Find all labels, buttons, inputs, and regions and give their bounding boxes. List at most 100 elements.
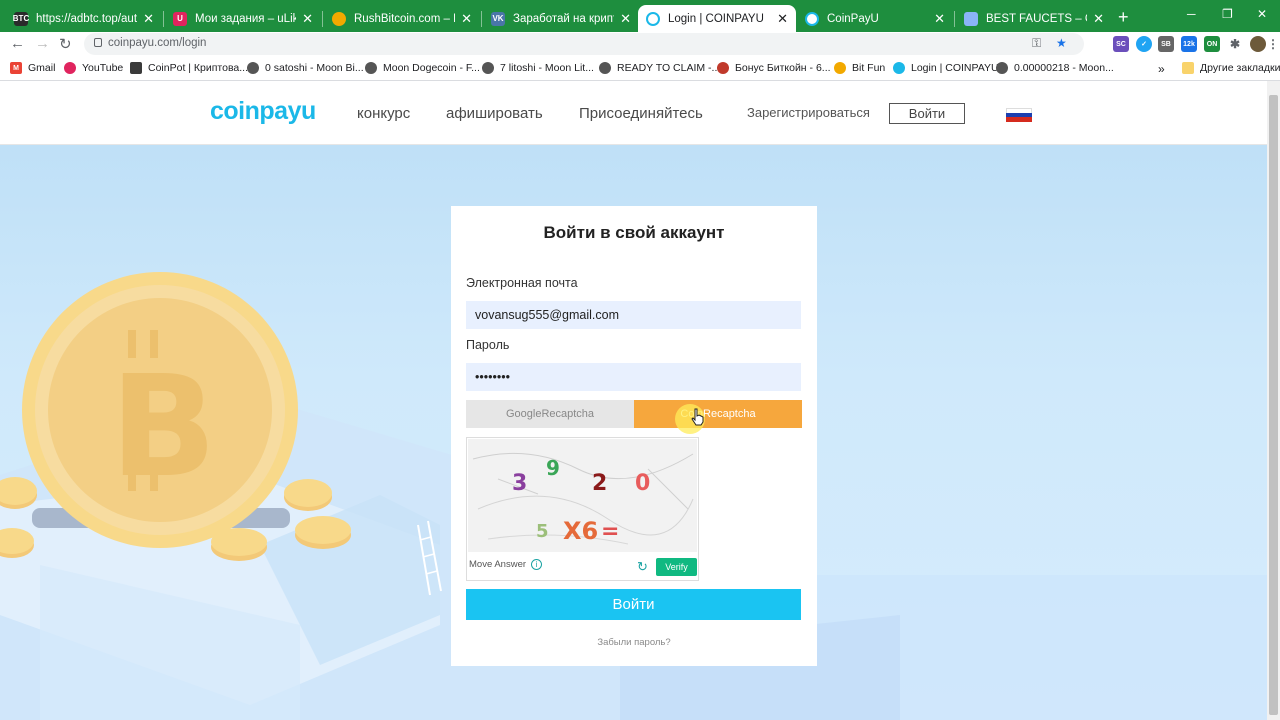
refresh-icon[interactable]: ↻ <box>637 559 648 575</box>
tab-close-icon[interactable]: ✕ <box>461 11 472 27</box>
other-bookmarks[interactable]: Другие закладки <box>1182 62 1280 74</box>
scrollbar-thumb[interactable] <box>1269 95 1278 715</box>
nav-join[interactable]: Присоединяйтесь <box>579 105 703 122</box>
tab-close-icon[interactable]: ✕ <box>302 11 313 27</box>
language-flag-icon[interactable] <box>1006 108 1032 123</box>
tab-close-icon[interactable]: ✕ <box>620 11 631 27</box>
register-link[interactable]: Зарегистрироваться <box>747 105 870 120</box>
bookmark-item[interactable]: 7 litoshi - Moon Lit... <box>482 62 594 74</box>
password-field[interactable] <box>466 363 801 391</box>
tab-close-icon[interactable]: ✕ <box>934 11 945 27</box>
bookmark-item[interactable]: Login | COINPAYU <box>893 62 999 74</box>
nav-advertise[interactable]: афишировать <box>446 105 543 122</box>
window-close-icon[interactable]: ✕ <box>1257 7 1267 21</box>
svg-text:B: B <box>110 346 217 509</box>
tab-title: Login | COINPAYU <box>668 12 764 25</box>
extension-icon[interactable]: SC <box>1113 36 1129 52</box>
moon-icon <box>599 62 611 74</box>
site-header: coinpayu конкурс афишировать Присоединяй… <box>0 81 1267 145</box>
restore-icon[interactable]: ❐ <box>1222 7 1233 21</box>
captcha-digit[interactable]: 3 <box>512 471 527 496</box>
moon-icon <box>482 62 494 74</box>
bonus-icon <box>717 62 729 74</box>
browser-tab[interactable]: BTC https://adbtc.top/autosurf ✕ <box>6 5 162 32</box>
bookmark-item[interactable]: READY TO CLAIM -... <box>599 62 720 74</box>
reload-icon[interactable]: ↻ <box>59 35 72 53</box>
more-bookmarks-icon[interactable]: » <box>1158 62 1165 76</box>
moon-icon <box>996 62 1008 74</box>
new-tab-icon[interactable]: + <box>1118 7 1129 28</box>
tab-title: Заработай на криптовалю <box>513 12 614 25</box>
coinpayu-icon <box>893 62 905 74</box>
tab-favicon-icon: BTC <box>13 11 29 26</box>
captcha-digit[interactable]: X6 <box>563 517 598 545</box>
browser-tab[interactable]: U Мои задания – uLike ✕ <box>165 5 321 32</box>
tab-close-icon[interactable]: ✕ <box>777 11 788 27</box>
login-title: Войти в свой аккаунт <box>543 223 725 242</box>
bookmark-item[interactable]: Бонус Биткойн - 6... <box>717 62 831 74</box>
bookmark-item[interactable]: YouTube <box>64 62 123 74</box>
url-text: coinpayu.com/login <box>108 37 207 49</box>
login-submit-button[interactable]: Войти <box>466 589 801 620</box>
tab-title: Мои задания – uLike <box>195 12 297 25</box>
avatar[interactable] <box>1250 36 1266 52</box>
page-viewport: coinpayu конкурс афишировать Присоединяй… <box>0 81 1267 720</box>
captcha-widget: 3 9 2 0 5 X6 = Move Answer i ↻ Verify <box>466 437 699 581</box>
tab-favicon-icon <box>332 11 346 26</box>
moon-icon <box>247 62 259 74</box>
browser-tab[interactable]: BEST FAUCETS – GET CRYP ✕ <box>956 5 1112 32</box>
hand-cursor-icon <box>691 408 704 426</box>
moon-icon <box>365 62 377 74</box>
bookmark-item[interactable]: Bit Fun <box>834 62 885 74</box>
bookmark-item[interactable]: 0.00000218 - Moon... <box>996 62 1114 74</box>
extension-icon[interactable]: 12k <box>1181 36 1197 52</box>
logo[interactable]: coinpayu <box>210 97 316 126</box>
bookmark-item[interactable]: M Gmail <box>10 62 55 74</box>
captcha-digit[interactable]: 2 <box>592 471 607 496</box>
scrollbar[interactable] <box>1267 81 1280 720</box>
browser-tab-active[interactable]: Login | COINPAYU ✕ <box>638 5 796 32</box>
youtube-icon <box>64 62 76 74</box>
menu-icon[interactable]: ⋮ <box>1267 36 1279 52</box>
bookmark-item[interactable]: Moon Dogecoin - F... <box>365 62 480 74</box>
bookmark-star-icon[interactable]: ★ <box>1056 36 1067 50</box>
captcha-digit[interactable]: 5 <box>536 521 549 542</box>
bookmark-item[interactable]: 0 satoshi - Moon Bi... <box>247 62 364 74</box>
key-icon[interactable]: ⚿ <box>1032 36 1041 51</box>
gmail-icon: M <box>10 62 22 74</box>
bookmark-item[interactable]: CoinPot | Криптова... <box>130 62 248 74</box>
hero-background: B Войти в свой аккаунт Электронная почта… <box>0 145 1267 720</box>
tab-close-icon[interactable]: ✕ <box>1093 11 1104 27</box>
tab-close-icon[interactable]: ✕ <box>143 11 154 27</box>
extension-icon[interactable]: SB <box>1158 36 1174 52</box>
tab-google-recaptcha[interactable]: GoogleRecaptcha <box>466 400 634 428</box>
back-icon[interactable]: ← <box>10 35 25 52</box>
info-icon[interactable]: i <box>531 559 543 570</box>
forward-icon[interactable]: → <box>35 35 50 52</box>
verify-button[interactable]: Verify <box>656 558 697 576</box>
tab-title: CoinPayU <box>827 12 879 25</box>
browser-tab[interactable]: RushBitcoin.com – Promoti ✕ <box>324 5 480 32</box>
header-login-button[interactable]: Войти <box>889 103 965 124</box>
email-field[interactable] <box>466 301 801 329</box>
tab-coin-recaptcha[interactable]: CoinRecaptcha <box>634 400 802 428</box>
browser-toolbar: ← → ↻ coinpayu.com/login ⚿ ★ SC ✓ SB 12k… <box>0 32 1280 57</box>
minimize-icon[interactable]: ─ <box>1187 7 1196 21</box>
captcha-digit[interactable]: 0 <box>635 471 650 496</box>
puzzle-icon[interactable]: ✱ <box>1227 36 1243 52</box>
tab-favicon-icon: VK <box>491 11 505 26</box>
folder-icon <box>1182 62 1194 74</box>
browser-tab[interactable]: VK Заработай на криптовалю ✕ <box>483 5 639 32</box>
browser-tab[interactable]: CoinPayU ✕ <box>797 5 953 32</box>
nav-contest[interactable]: конкурс <box>357 105 410 122</box>
login-card: Войти в свой аккаунт Электронная почта П… <box>451 206 817 666</box>
tab-favicon-icon <box>805 11 819 26</box>
address-bar[interactable]: coinpayu.com/login ⚿ ★ <box>84 33 1084 55</box>
extension-icon[interactable]: ON <box>1204 36 1220 52</box>
captcha-digit[interactable]: 9 <box>546 456 560 480</box>
tab-favicon-icon <box>964 11 978 26</box>
extension-icon[interactable]: ✓ <box>1136 36 1152 52</box>
forgot-password-link[interactable]: Забыли пароль? <box>451 637 817 648</box>
email-label: Электронная почта <box>466 276 578 290</box>
captcha-hint: Move Answer i <box>469 559 543 570</box>
